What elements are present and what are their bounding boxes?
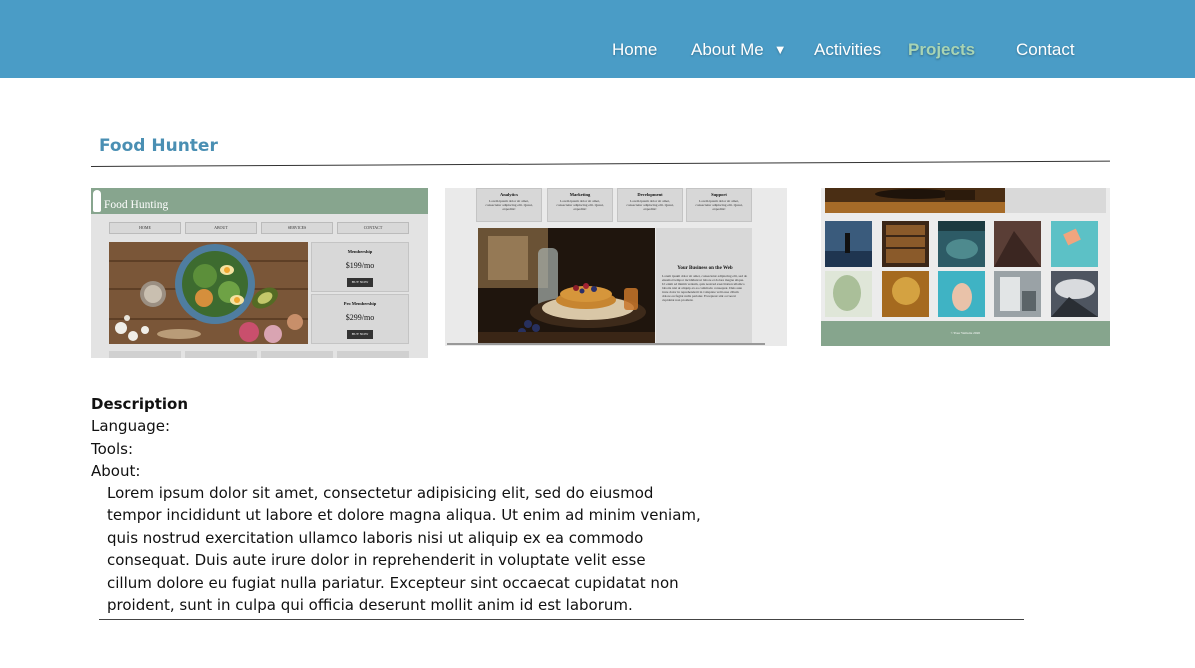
- about-label: About:: [91, 462, 141, 480]
- project-description: Description Language: Tools: About:: [91, 393, 188, 483]
- panel-title: Your Business on the Web: [677, 266, 733, 271]
- gallery-photo: [825, 221, 872, 267]
- bottle-logo-icon: [93, 190, 101, 212]
- thumb-nav-item: ABOUT: [185, 222, 257, 234]
- buy-now-button[interactable]: BUY NOW: [347, 278, 373, 287]
- card-title: Pro Membership: [343, 301, 377, 306]
- buy-now-button[interactable]: BUY NOW: [347, 330, 373, 339]
- nav-activities-link[interactable]: Activities: [814, 40, 881, 60]
- nav-projects-link[interactable]: Projects: [908, 40, 975, 60]
- gallery-photo: [994, 271, 1041, 317]
- thumb-nav-item: SERVICES: [261, 222, 333, 234]
- chevron-down-icon: ▼: [773, 42, 787, 57]
- gallery-photo: [938, 271, 985, 317]
- bottom-divider: [99, 619, 1024, 620]
- project-screenshot-2[interactable]: Analytics Lorem ipsum dolor sit amet, co…: [445, 188, 787, 346]
- service-column: Marketing Lorem ipsum dolor sit amet, co…: [547, 188, 613, 222]
- gallery-footer: ©Your Website 2020: [821, 321, 1110, 346]
- thumb-brand: Food Hunting: [104, 199, 169, 211]
- nav-home-link[interactable]: Home: [612, 40, 657, 60]
- nav-about-me-label: About Me: [691, 40, 764, 59]
- food-salad-photo: [109, 242, 308, 344]
- thumb-footer-block: [337, 351, 409, 358]
- project-screenshot-1[interactable]: Food Hunting HOME ABOUT SERVICES CONTACT: [91, 188, 428, 358]
- membership-card: Membership $199/mo BUY NOW: [311, 242, 409, 292]
- language-label: Language:: [91, 417, 171, 435]
- column-title: Development: [637, 192, 663, 197]
- card-price: $199/mo: [345, 261, 375, 270]
- thumb-nav-item: CONTACT: [337, 222, 409, 234]
- service-column: Support Lorem ipsum dolor sit amet, cons…: [686, 188, 752, 222]
- service-column: Development Lorem ipsum dolor sit amet, …: [617, 188, 683, 222]
- column-title: Support: [711, 192, 727, 197]
- card-price: $299/mo: [345, 313, 375, 322]
- title-divider: [90, 160, 1110, 167]
- gallery-banner-photo: [825, 188, 1005, 213]
- gallery-photo: [1051, 221, 1098, 267]
- thumb-footer-block: [185, 351, 257, 358]
- description-heading: Description: [91, 395, 189, 413]
- thumb-footer-block: [261, 351, 333, 358]
- column-title: Marketing: [569, 192, 591, 197]
- tools-label: Tools:: [91, 439, 134, 458]
- card-title: Membership: [347, 249, 373, 254]
- project-title: Food Hunter: [99, 136, 218, 156]
- thumb-footer-block: [109, 351, 181, 358]
- gallery-photo: [1051, 271, 1098, 317]
- nav-contact-link[interactable]: Contact: [1016, 40, 1075, 60]
- banner-strip: [1005, 188, 1106, 213]
- thumb-scrollbar: [447, 343, 765, 345]
- gallery-photo: [882, 271, 929, 317]
- project-screenshot-3[interactable]: ©Your Website 2020: [821, 188, 1110, 346]
- waffles-photo: [478, 228, 655, 343]
- gallery-photo: [938, 221, 985, 267]
- pro-membership-card: Pro Membership $299/mo BUY NOW: [311, 294, 409, 344]
- business-text-panel: Your Business on the Web Lorem ipsum dol…: [656, 228, 752, 343]
- gallery-photo: [825, 271, 872, 317]
- column-text: Lorem ipsum dolor sit amet, consectetur …: [556, 199, 604, 211]
- column-text: Lorem ipsum dolor sit amet, consectetur …: [695, 199, 743, 211]
- footer-text: ©Your Website 2020: [950, 331, 981, 335]
- thumb-nav-item: HOME: [109, 222, 181, 234]
- thumb-header-bar: Food Hunting: [91, 188, 428, 214]
- column-title: Analytics: [500, 192, 518, 197]
- column-text: Lorem ipsum dolor sit amet, consectetur …: [485, 199, 533, 211]
- service-column: Analytics Lorem ipsum dolor sit amet, co…: [476, 188, 542, 222]
- nav-about-me-dropdown[interactable]: About Me ▼: [691, 40, 787, 60]
- gallery-photo: [882, 221, 929, 267]
- top-navbar: Home About Me ▼ Activities Projects Conta…: [0, 0, 1195, 78]
- column-text: Lorem ipsum dolor sit amet, consectetur …: [626, 199, 674, 211]
- panel-text: Lorem ipsum dolor sit amet, consectetur …: [662, 274, 748, 302]
- about-text: Lorem ipsum dolor sit amet, consectetur …: [107, 484, 701, 615]
- gallery-photo: [994, 221, 1041, 267]
